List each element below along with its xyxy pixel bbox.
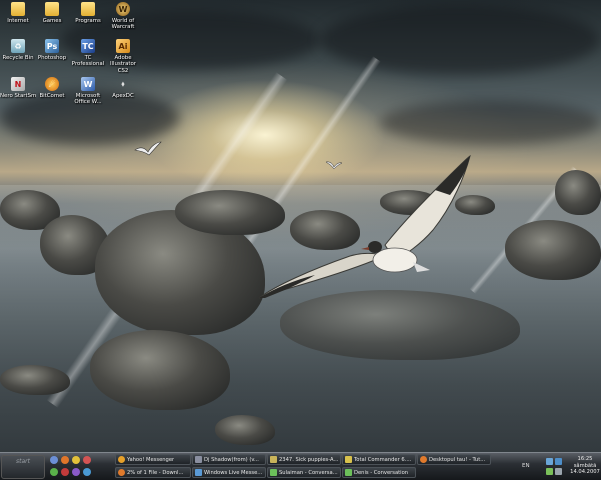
desktop-icon-label: Photoshop [37, 55, 67, 61]
world-of-warcraft-icon: W [116, 2, 130, 16]
desktop-icon-nero[interactable]: N Nero StartSmart [0, 77, 36, 99]
desktop-icon-label: Nero StartSmart [0, 93, 36, 99]
messenger-tray-icon[interactable] [555, 458, 562, 465]
winamp-icon [195, 456, 202, 463]
task-download[interactable]: 2% of 1 File - Downl... [115, 467, 191, 478]
desktop-icon-label: BitComet [39, 93, 65, 99]
task-conversation-denis[interactable]: Denis - Conversation [342, 467, 416, 478]
desktop-icon-label: Adobe Illustrator CS2 [109, 55, 137, 74]
illustrator-icon: Ai [116, 39, 130, 53]
quick-launch-media-icon[interactable] [83, 456, 91, 464]
bitcomet-icon: ☄ [45, 77, 59, 91]
quick-launch-show-desktop-icon[interactable] [50, 456, 58, 464]
desktop-icon-world-of-warcraft[interactable]: W World of Warcraft [105, 2, 141, 31]
desktop-icon-adobe-illustrator[interactable]: Ai Adobe Illustrator CS2 [105, 39, 141, 74]
task-label: 2% of 1 File - Downl... [127, 469, 184, 476]
word-icon: W [81, 77, 95, 91]
total-commander-icon: TC [81, 39, 95, 53]
desktop-icon-label: Games [42, 18, 62, 24]
quick-launch-ie-icon[interactable] [83, 468, 91, 476]
desktop-icon-photoshop[interactable]: Ps Photoshop [34, 39, 70, 61]
task-label: Windows Live Messe... [204, 469, 263, 476]
desktop-icon-bitcomet[interactable]: ☄ BitComet [34, 77, 70, 99]
clock-day: sâmbătă [573, 462, 597, 469]
task-label: Sulaiman - Conversa... [279, 469, 338, 476]
clock-date: 14.04.2007 [570, 469, 600, 476]
recycle-bin-icon: ♻ [11, 39, 25, 53]
firefox-icon [118, 469, 125, 476]
clock-time: 16:25 [577, 456, 593, 462]
desktop-icon-microsoft-office-word[interactable]: W Microsoft Office W... [70, 77, 106, 106]
quick-launch-opera-icon[interactable] [61, 468, 69, 476]
live-messenger-icon [270, 469, 277, 476]
desktop-icon-label: TC Professional [71, 55, 105, 68]
live-messenger-icon [195, 469, 202, 476]
task-label: 2347. Sick puppies-A... [279, 456, 339, 463]
small-seagull-image [134, 141, 162, 156]
task-windows-live-messenger[interactable]: Windows Live Messe... [192, 467, 266, 478]
apexdc-icon: ⬧ [121, 79, 125, 88]
desktop-icon-label: Internet [7, 18, 29, 24]
quick-launch-winamp-icon[interactable] [72, 468, 80, 476]
quick-launch-firefox-icon[interactable] [61, 456, 69, 464]
seagull-image [258, 154, 471, 299]
language-indicator[interactable]: EN [522, 463, 530, 469]
desktop-icon-recycle-bin[interactable]: ♻ Recycle Bin [0, 39, 36, 61]
rock [555, 170, 601, 215]
photoshop-icon: Ps [45, 39, 59, 53]
wallpaper-cloud [380, 100, 600, 145]
task-label: Yahoo! Messenger [127, 456, 175, 463]
task-label: Desktopul tau! - Tut... [429, 456, 486, 463]
firefox-icon [420, 456, 427, 463]
audio-icon [270, 456, 277, 463]
volume-icon[interactable] [555, 468, 562, 475]
task-audio-player[interactable]: 2347. Sick puppies-A... [267, 454, 341, 465]
task-winamp[interactable]: Dj Shadow(from) (v... [192, 454, 266, 465]
quick-launch-yahoo-icon[interactable] [72, 456, 80, 464]
folder-icon [11, 2, 25, 16]
desktop-icon-programs[interactable]: Programs [70, 2, 106, 24]
task-label: Denis - Conversation [354, 469, 409, 476]
start-button[interactable]: start [1, 455, 45, 479]
desktop-icon-games[interactable]: Games [34, 2, 70, 24]
network-icon[interactable] [546, 458, 553, 465]
clock[interactable]: 16:25 sâmbătă 14.04.2007 [569, 456, 601, 476]
yahoo-messenger-icon [118, 456, 125, 463]
task-conversation-sulaiman[interactable]: Sulaiman - Conversa... [267, 467, 341, 478]
desktop-icon-tc-professional[interactable]: TC TC Professional [70, 39, 106, 68]
folder-icon [81, 2, 95, 16]
desktop-icon-label: Programs [75, 18, 101, 24]
nero-icon: N [11, 77, 25, 91]
desktop-icon-internet[interactable]: Internet [0, 2, 36, 24]
wallpaper-cloud [320, 5, 600, 75]
desktop-icon-label: Recycle Bin [2, 55, 34, 61]
rock [215, 415, 275, 445]
live-messenger-icon [345, 469, 352, 476]
folder-icon [45, 2, 59, 16]
desktop-icon-label: World of Warcraft [111, 18, 135, 31]
desktop-icon-label: ApexDC [112, 93, 134, 99]
quick-launch-messenger-icon[interactable] [50, 468, 58, 476]
system-tray: EN 16:25 sâmbătă 14.04.2007 [518, 455, 601, 479]
task-yahoo-messenger[interactable]: Yahoo! Messenger [115, 454, 191, 465]
total-commander-icon [345, 456, 352, 463]
security-icon[interactable] [546, 468, 553, 475]
task-firefox-desktopul-tau[interactable]: Desktopul tau! - Tut... [417, 454, 491, 465]
taskbar: start Yahoo! Messenger Dj Shadow(from) (… [0, 452, 601, 480]
rock [0, 365, 70, 395]
task-label: Total Commander 6.... [354, 456, 412, 463]
desktop-icon-label: Microsoft Office W... [74, 93, 102, 106]
desktop-icon-apexdc[interactable]: ⬧ ApexDC [105, 77, 141, 100]
small-seagull-image [325, 161, 343, 170]
task-total-commander[interactable]: Total Commander 6.... [342, 454, 416, 465]
task-label: Dj Shadow(from) (v... [204, 456, 259, 463]
